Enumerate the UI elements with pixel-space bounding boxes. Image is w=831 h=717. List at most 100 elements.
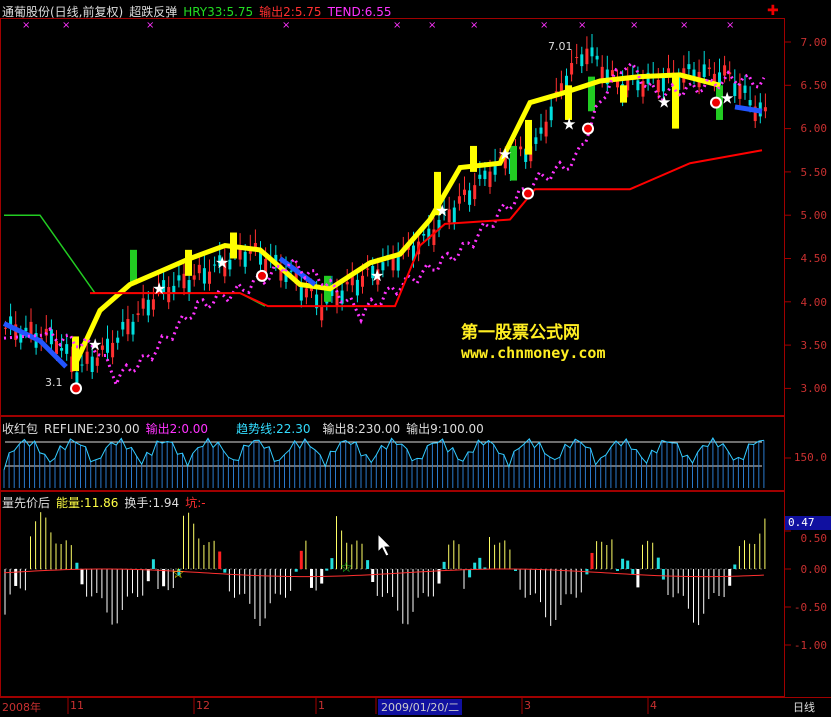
candle-body [167, 287, 171, 303]
candle-body [90, 356, 94, 372]
candle-body [519, 146, 523, 150]
energy-block [478, 557, 482, 569]
output8-value: 输出8:230.00 [322, 422, 401, 436]
volume-tick: -0.50 [793, 601, 827, 614]
candle-body [177, 275, 181, 281]
low-annotation: 3.1 [45, 376, 63, 389]
energy-block [162, 569, 166, 587]
alert-icon: ✚ [767, 3, 779, 19]
volume-indicator-name: 量先价后 [2, 496, 51, 510]
star-icon: ★ [498, 145, 512, 164]
chart-canvas[interactable]: ★ ★ ★ ★ ★ ★ ★ ★ ★ × × × × × × × × × × × × ✚ ☆ ☆ [0, 0, 831, 714]
watermark-url: www.chnmoney.com [461, 344, 606, 362]
signal-x-icon: × [428, 20, 436, 31]
candle-body [304, 288, 308, 298]
signal-x-icon: × [726, 20, 734, 31]
buy-marker-icon [72, 384, 80, 393]
buy-marker-icon [258, 271, 266, 280]
candle-body [182, 273, 186, 289]
indicator-panel-header: 收红包 REFLINE:230.00 输出2:0.00 趋势线:22.30 输出8:23… [2, 420, 490, 437]
candle-body [534, 137, 538, 144]
buy-marker-icon [524, 189, 532, 198]
period-label[interactable]: 日线 [793, 699, 815, 715]
trend-value: 趋势线:22.30 [236, 422, 311, 436]
candle-body [131, 321, 135, 335]
candle-body [243, 251, 247, 267]
candle-body [595, 55, 599, 60]
indicator-tick: 150.0 [793, 451, 827, 464]
candle-body [656, 79, 660, 93]
star-icon: ★ [657, 93, 671, 112]
indicator-line [3, 437, 764, 471]
candle-body [345, 281, 349, 285]
energy-block [151, 559, 155, 569]
date-label: 12 [196, 699, 210, 712]
candle-body [396, 256, 400, 271]
selected-date[interactable]: 2009/01/20/二 [378, 699, 463, 715]
energy-block [299, 550, 303, 569]
signal-bar [525, 119, 532, 155]
turnover-value: 换手:1.94 [124, 496, 180, 510]
tend-value: TEND:6.55 [327, 5, 392, 19]
signal-x-icon: × [578, 20, 586, 31]
volume-panel-header: 量先价后 能量:11.86 换手:1.94 坑:- [2, 494, 212, 511]
star-icon: ★ [215, 253, 229, 272]
candle-body [121, 321, 125, 330]
price-tick: 7.00 [800, 36, 828, 49]
energy-block [218, 551, 222, 569]
hry-value: HRY33:5.75 [183, 5, 254, 19]
candle-body [202, 268, 206, 284]
energy-block [146, 569, 150, 582]
signal-x-icon: × [62, 20, 70, 31]
formula-name: 超跌反弹 [129, 5, 178, 19]
candle-body [488, 171, 492, 187]
energy-block [733, 564, 737, 569]
signal-x-icon: × [282, 20, 290, 31]
candle-body [707, 67, 711, 70]
candle-body [702, 64, 706, 78]
signal-x-icon: × [540, 20, 548, 31]
candle-body [151, 299, 155, 310]
candle-body [468, 190, 472, 205]
energy-red-line [3, 568, 764, 578]
candle-body [208, 271, 211, 284]
star-icon: ★ [435, 201, 449, 220]
date-label: 4 [650, 699, 657, 712]
price-tick: 4.50 [800, 252, 828, 265]
star-outline-icon: ☆ [172, 566, 185, 582]
watermark-title: 第一股票公式网 [461, 323, 580, 342]
candle-body [570, 62, 574, 75]
price-tick: 5.50 [800, 166, 828, 179]
candle-body [544, 121, 548, 137]
candle-body [361, 275, 364, 287]
signal-x-icon: × [146, 20, 154, 31]
signal-x-icon: × [22, 20, 30, 31]
candle-body [65, 344, 69, 354]
candle-body [106, 338, 109, 353]
energy-block [330, 558, 334, 569]
energy-block [223, 569, 227, 573]
candle-body [116, 337, 120, 343]
chart-window: ★ ★ ★ ★ ★ ★ ★ ★ ★ × × × × × × × × × × × × ✚ ☆ ☆ 通葡股份(日线,前复权) 超跌反… [0, 0, 831, 715]
buy-marker-icon [584, 124, 592, 133]
signal-x-icon: × [470, 20, 478, 31]
stock-title: 通葡股份(日线,前复权) [2, 5, 124, 19]
energy-block [14, 569, 18, 586]
energy-block [473, 562, 477, 569]
candle-body [141, 298, 145, 309]
output2-indicator: 输出2:0.00 [145, 422, 209, 436]
candle-body [320, 305, 324, 321]
candle-body [661, 76, 665, 92]
main-panel-frame [0, 18, 785, 416]
candle-body [111, 342, 115, 358]
price-tick: 4.00 [800, 296, 828, 309]
energy-block [631, 569, 635, 575]
candle-body [289, 270, 293, 272]
output2-value: 输出2:5.75 [259, 5, 322, 19]
candle-body [483, 170, 487, 180]
star-outline-icon: ☆ [340, 560, 353, 576]
energy-block [80, 569, 84, 585]
candle-body [187, 280, 191, 295]
energy-block [325, 568, 329, 571]
candle-body [748, 100, 752, 106]
